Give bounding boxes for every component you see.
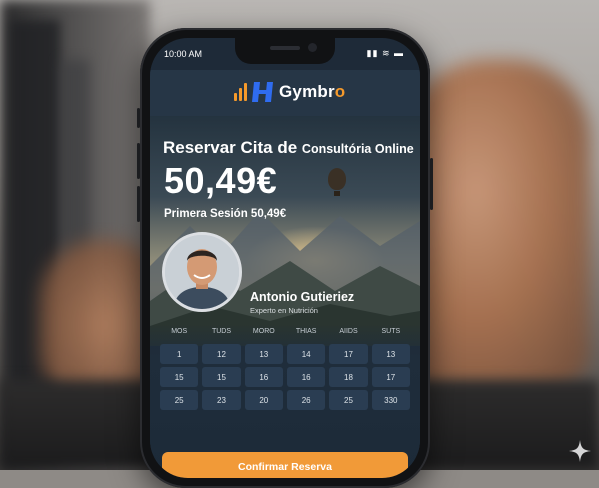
brand-name: Gymbro bbox=[279, 82, 346, 101]
date-cell[interactable]: 16 bbox=[286, 367, 326, 387]
date-cell[interactable]: 15 bbox=[160, 367, 199, 387]
status-time: 10:00 AM bbox=[164, 49, 203, 59]
battery-icon: ▬ bbox=[394, 48, 404, 58]
signal-icon: ▮▮ bbox=[366, 48, 379, 58]
wifi-icon: ≋ bbox=[381, 48, 391, 58]
first-session-price: Primera Sesión 50,49€ bbox=[164, 208, 287, 220]
date-cell[interactable]: 23 bbox=[202, 390, 241, 410]
weekday-label: SUTS bbox=[381, 328, 401, 335]
status-icons: ▮▮ ≋ ▬ bbox=[367, 48, 404, 59]
hot-air-balloon bbox=[328, 168, 346, 196]
date-cell[interactable]: 330 bbox=[371, 390, 410, 410]
booking-price: 50,49€ bbox=[164, 160, 278, 201]
date-cell[interactable]: 25 bbox=[329, 390, 368, 410]
phone-frame: 10:00 AM ▮▮ ≋ ▬ Gymbro Reservar Cita de … bbox=[137, 28, 433, 488]
status-bar: 10:00 AM ▮▮ ≋ ▬ bbox=[150, 48, 420, 63]
expert-avatar[interactable] bbox=[162, 232, 242, 312]
weekday-label: THIAS bbox=[295, 328, 317, 335]
date-cell[interactable]: 26 bbox=[286, 390, 326, 410]
calendar-weekdays: MOS TUDS MORO THIAS AIIDS SUTS bbox=[160, 328, 410, 335]
weekday-label: AIIDS bbox=[339, 328, 358, 335]
date-cell[interactable]: 16 bbox=[244, 367, 283, 387]
date-cell[interactable]: 25 bbox=[160, 390, 199, 410]
date-cell[interactable]: 14 bbox=[286, 344, 326, 364]
phone-screen: 10:00 AM ▮▮ ≋ ▬ Gymbro Reservar Cita de … bbox=[150, 38, 420, 478]
expert-role: Experto en Nutrición bbox=[250, 306, 318, 315]
date-cell[interactable]: 12 bbox=[202, 344, 241, 364]
confirm-booking-button[interactable]: Confirmar Reserva bbox=[162, 452, 408, 478]
weekday-label: MOS bbox=[171, 328, 188, 335]
date-cell[interactable]: 13 bbox=[371, 344, 410, 364]
brand-logo[interactable]: Gymbro bbox=[234, 82, 345, 102]
date-cell[interactable]: 17 bbox=[371, 367, 410, 387]
date-cell[interactable]: 15 bbox=[202, 367, 241, 387]
sparkle-icon bbox=[569, 440, 591, 462]
gymbro-h-icon bbox=[252, 82, 273, 102]
date-cell[interactable]: 1 bbox=[160, 344, 199, 364]
calendar-dates: 1 12 13 14 17 13 15 15 16 16 18 17 25 23… bbox=[160, 344, 410, 410]
weekday-label: TUDS bbox=[211, 328, 232, 335]
app-header: Gymbro bbox=[150, 70, 420, 116]
date-cell[interactable]: 17 bbox=[329, 344, 368, 364]
date-cell[interactable]: 13 bbox=[244, 344, 283, 364]
date-cell[interactable]: 18 bbox=[329, 367, 368, 387]
date-cell[interactable]: 20 bbox=[244, 390, 283, 410]
weekday-label: MORO bbox=[252, 328, 275, 335]
bars-icon bbox=[234, 83, 247, 101]
booking-title: Reservar Cita de Consultória Online bbox=[163, 138, 414, 157]
expert-name: Antonio Gutieriez bbox=[250, 290, 355, 304]
